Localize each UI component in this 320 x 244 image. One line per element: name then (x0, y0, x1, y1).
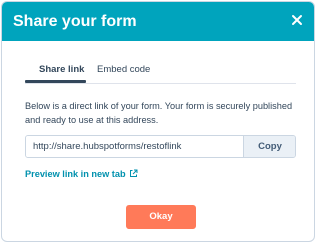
modal-title: Share your form (13, 13, 137, 30)
close-button[interactable] (288, 11, 306, 29)
share-form-modal: Share your form Share link Embed code Be… (1, 1, 315, 242)
tab-share-link[interactable]: Share link (39, 63, 84, 77)
tab-bar: Share link Embed code (25, 63, 296, 84)
close-icon (292, 15, 302, 25)
external-link-icon (129, 169, 138, 177)
share-link-input[interactable] (26, 136, 243, 157)
modal-header: Share your form (2, 2, 314, 41)
share-link-field: Copy (25, 135, 296, 158)
active-tab-indicator (25, 80, 86, 83)
preview-link-label: Preview link in new tab (25, 169, 126, 179)
copy-button[interactable]: Copy (243, 136, 295, 157)
tab-embed-code[interactable]: Embed code (97, 63, 150, 77)
preview-link[interactable]: Preview link in new tab (25, 168, 138, 180)
share-description: Below is a direct link of your form. You… (25, 101, 293, 125)
okay-button[interactable]: Okay (126, 205, 196, 229)
